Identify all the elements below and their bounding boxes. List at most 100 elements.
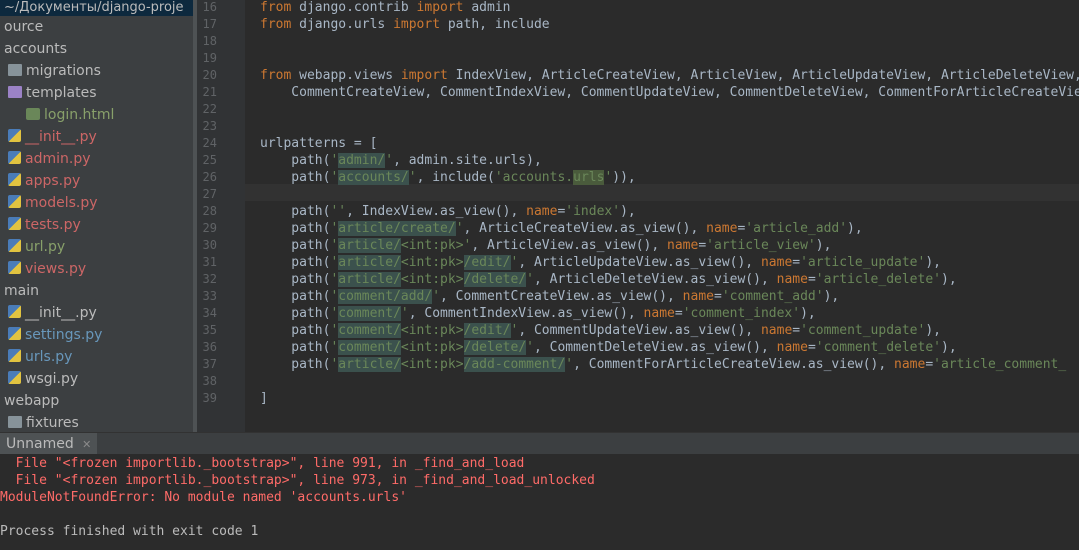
string-token: /delete/ bbox=[463, 340, 527, 355]
line-number: 25 bbox=[202, 153, 217, 167]
tree-item[interactable]: migrations bbox=[8, 60, 101, 82]
tree-item-label: url.py bbox=[25, 239, 66, 255]
code-line: path('article/create/', ArticleCreateVie… bbox=[260, 220, 863, 237]
tree-item[interactable]: tests.py bbox=[8, 214, 81, 236]
run-console[interactable]: File "<frozen importlib._bootstrap>", li… bbox=[0, 454, 1079, 550]
tree-item[interactable]: fixtures bbox=[8, 412, 79, 432]
code-token: path, include bbox=[440, 17, 550, 32]
string-token: /edit/ bbox=[463, 255, 511, 270]
tree-item[interactable]: admin.py bbox=[8, 148, 91, 170]
tree-item[interactable]: views.py bbox=[8, 258, 86, 280]
keyword-token: from bbox=[260, 0, 292, 15]
tree-item-label: tests.py bbox=[25, 217, 81, 233]
python-file-icon bbox=[8, 327, 21, 340]
tree-item[interactable]: webapp bbox=[4, 390, 59, 412]
code-token: path( bbox=[260, 323, 331, 338]
string-token: '' bbox=[330, 204, 347, 219]
string-token: ' bbox=[455, 221, 464, 236]
code-token: path( bbox=[260, 221, 331, 236]
code-line: ] bbox=[260, 390, 268, 407]
code-token: = bbox=[807, 272, 816, 287]
keyword-token: name bbox=[776, 340, 808, 355]
run-panel-header: Unnamed ✕ bbox=[0, 432, 1079, 455]
keyword-token: name bbox=[643, 306, 675, 321]
code-line: path('comment/add/', CommentCreateView.a… bbox=[260, 288, 839, 305]
code-token: path( bbox=[260, 357, 331, 372]
line-number: 19 bbox=[202, 51, 217, 65]
code-line: from django.contrib import admin bbox=[260, 0, 510, 16]
code-token: = bbox=[807, 340, 816, 355]
line-number: 29 bbox=[202, 221, 217, 235]
tree-item[interactable]: urls.py bbox=[8, 346, 72, 368]
tree-item[interactable]: main bbox=[4, 280, 39, 302]
code-line: path('admin/', admin.site.urls), bbox=[260, 152, 542, 169]
tree-item-label: login.html bbox=[44, 107, 115, 123]
code-token: = bbox=[674, 306, 683, 321]
line-number: 21 bbox=[202, 85, 217, 99]
run-tab[interactable]: Unnamed ✕ bbox=[0, 433, 98, 455]
code-line: path('comment/<int:pk>/delete/', Comment… bbox=[260, 339, 957, 356]
tree-item[interactable]: login.html bbox=[26, 104, 114, 126]
line-number-gutter: 16 17 18 19 20 21 22 23 24 25 26 27 28 29 30 31 32 33 34 35… bbox=[197, 0, 250, 432]
line-number: 30 bbox=[202, 238, 217, 252]
close-icon[interactable]: ✕ bbox=[82, 438, 91, 451]
string-token: ' bbox=[526, 340, 534, 355]
code-token: admin bbox=[463, 0, 511, 15]
keyword-token: from bbox=[260, 17, 292, 32]
code-token: , IndexView.as_view(), bbox=[346, 204, 527, 219]
line-number: 38 bbox=[202, 374, 217, 388]
tree-item[interactable]: models.py bbox=[8, 192, 98, 214]
tree-item[interactable]: wsgi.py bbox=[8, 368, 78, 390]
code-token: = bbox=[792, 323, 801, 338]
string-token: 'article_update' bbox=[800, 255, 926, 270]
tree-item-label: templates bbox=[26, 85, 97, 101]
code-token: = bbox=[925, 357, 934, 372]
code-token: , CommentIndexView.as_view(), bbox=[408, 306, 644, 321]
code-editor[interactable]: from django.contrib import admin from dja… bbox=[245, 0, 1079, 432]
code-token: path( bbox=[260, 306, 331, 321]
code-token: ), bbox=[620, 204, 636, 219]
tree-item[interactable]: accounts bbox=[4, 38, 67, 60]
tree-item-label: wsgi.py bbox=[25, 371, 79, 387]
tree-item-label: urls.py bbox=[25, 349, 73, 365]
tree-item[interactable]: __init__.py bbox=[8, 302, 97, 324]
string-token: article/ bbox=[338, 238, 401, 253]
code-token: urlpatterns = [ bbox=[260, 136, 378, 151]
tree-item-label: admin.py bbox=[25, 151, 91, 167]
code-token: , CommentCreateView.as_view(), bbox=[440, 289, 683, 304]
line-number: 36 bbox=[202, 340, 217, 354]
python-file-icon bbox=[8, 349, 21, 362]
code-token: , ArticleView.as_view(), bbox=[471, 238, 668, 253]
tree-item[interactable]: settings.py bbox=[8, 324, 102, 346]
tree-item-label: __init__.py bbox=[25, 129, 97, 145]
string-token: admin/ bbox=[338, 153, 386, 168]
string-token: <int:pk> bbox=[400, 357, 464, 372]
tree-item[interactable]: templates bbox=[8, 82, 97, 104]
error-output-line: File "<frozen importlib._bootstrap>", li… bbox=[0, 473, 595, 488]
tree-item[interactable]: apps.py bbox=[8, 170, 80, 192]
line-number: 34 bbox=[202, 306, 217, 320]
error-output-line: File "<frozen importlib._bootstrap>", li… bbox=[0, 456, 525, 471]
keyword-token: name bbox=[894, 357, 926, 372]
tree-item[interactable]: ource bbox=[4, 16, 43, 38]
string-token: comment/ bbox=[338, 306, 401, 321]
code-line: from django.urls import path, include bbox=[260, 16, 550, 33]
error-output-line: ModuleNotFoundError: No module named 'ac… bbox=[0, 490, 407, 505]
code-token: , ArticleUpdateView.as_view(), bbox=[518, 255, 761, 270]
line-number: 18 bbox=[202, 34, 217, 48]
string-token: accounts/ bbox=[338, 170, 409, 185]
ide-window: ~/Документы/django-proje ource accounts mi… bbox=[0, 0, 1079, 550]
code-line: CommentCreateView, CommentIndexView, Com… bbox=[260, 84, 1079, 101]
tree-item[interactable]: url.py bbox=[8, 236, 65, 258]
string-token: 'index' bbox=[565, 204, 621, 219]
line-number: 17 bbox=[202, 17, 217, 31]
keyword-token: name bbox=[667, 238, 699, 253]
keyword-token: from bbox=[260, 68, 292, 83]
project-path: ~/Документы/django-proje bbox=[0, 0, 193, 16]
code-token: , CommentUpdateView.as_view(), bbox=[518, 323, 761, 338]
code-token: path( bbox=[260, 238, 331, 253]
tree-item[interactable]: __init__.py bbox=[8, 126, 97, 148]
line-number: 22 bbox=[202, 102, 217, 116]
string-token: /add-comment/ bbox=[463, 357, 566, 372]
code-token: , ArticleDeleteView.as_view(), bbox=[533, 272, 777, 287]
